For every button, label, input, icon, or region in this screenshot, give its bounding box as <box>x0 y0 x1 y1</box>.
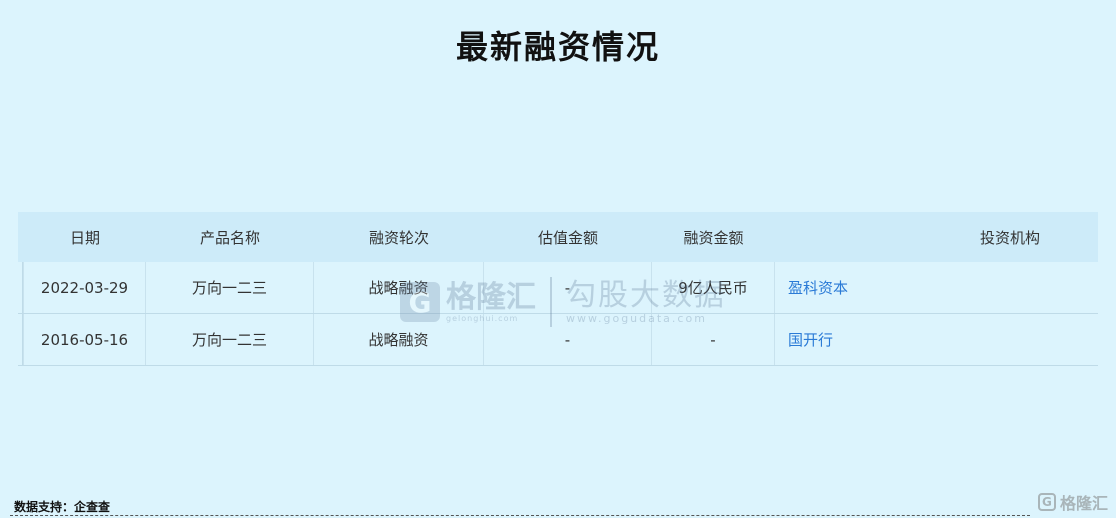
cell-product-name: 万向一二三 <box>146 314 314 365</box>
header-amount: 融资金额 <box>683 228 744 247</box>
cell-amount: 9亿人民币 <box>652 262 775 313</box>
financing-table: 日期 产品名称 融资轮次 估值金额 融资金额 投资机构 2022-03-29 万… <box>18 212 1098 366</box>
cell-investor-link[interactable]: 国开行 <box>775 314 1098 365</box>
corner-brand-text: 格隆汇 <box>1059 494 1108 513</box>
cell-valuation: - <box>484 262 652 313</box>
investor-link-text[interactable]: 国开行 <box>788 329 833 350</box>
cell-date: 2016-05-16 <box>24 314 146 365</box>
table-row: 2022-03-29 万向一二三 战略融资 - 9亿人民币 盈科资本 <box>18 262 1098 314</box>
cell-round: 战略融资 <box>314 262 484 313</box>
footer-divider <box>10 515 1030 516</box>
cell-product-name: 万向一二三 <box>146 262 314 313</box>
corner-logo-icon: G <box>1037 493 1056 511</box>
investor-link-text[interactable]: 盈科资本 <box>788 277 848 298</box>
header-date: 日期 <box>69 228 100 247</box>
corner-brand: G 格隆汇 <box>1037 490 1108 514</box>
cell-investor-link[interactable]: 盈科资本 <box>775 262 1098 313</box>
header-round: 融资轮次 <box>368 228 429 247</box>
cell-valuation: - <box>484 314 652 365</box>
cell-amount: - <box>652 314 775 365</box>
header-investor: 投资机构 <box>979 228 1040 247</box>
data-source-note: 数据支持：企查查 <box>14 500 111 514</box>
cell-round: 战略融资 <box>314 314 484 365</box>
header-valuation: 估值金额 <box>537 228 598 247</box>
cell-date: 2022-03-29 <box>24 262 146 313</box>
table-row: 2016-05-16 万向一二三 战略融资 - - 国开行 <box>18 314 1098 366</box>
page-title: 最新融资情况 <box>455 28 660 66</box>
header-product-name: 产品名称 <box>199 228 260 247</box>
table-header: 日期 产品名称 融资轮次 估值金额 融资金额 投资机构 <box>18 212 1098 262</box>
